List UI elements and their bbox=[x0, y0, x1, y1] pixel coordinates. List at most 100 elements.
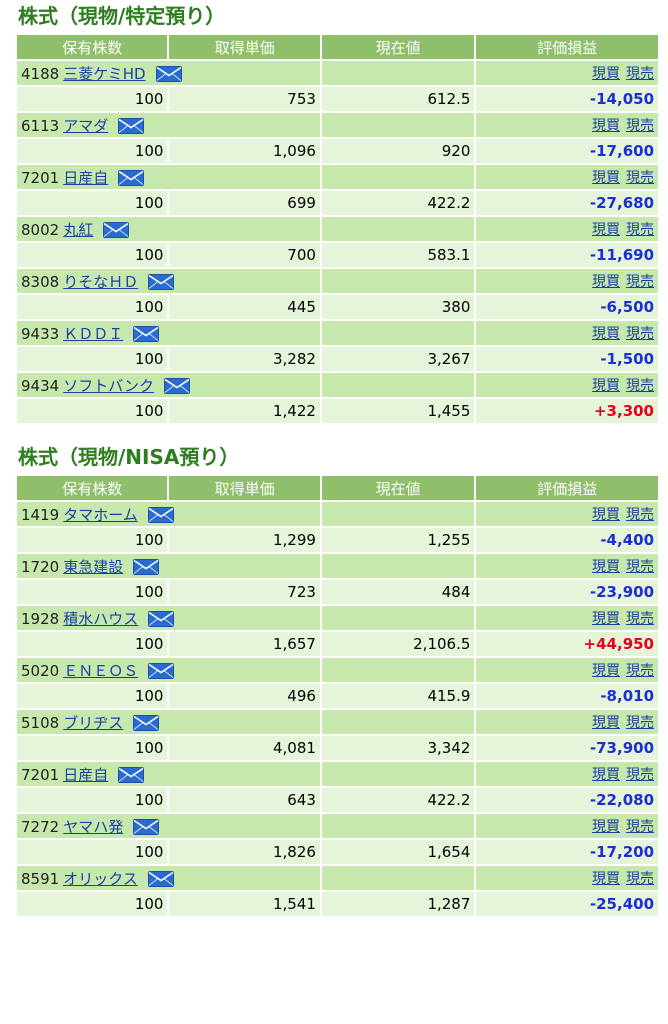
mail-icon[interactable] bbox=[148, 274, 175, 290]
mail-icon[interactable] bbox=[133, 559, 160, 575]
stock-name-link[interactable]: タマホーム bbox=[63, 506, 138, 524]
mail-icon[interactable] bbox=[118, 767, 145, 783]
cost-value: 445 bbox=[169, 295, 320, 319]
table-row: 100 700 583.1 -11,690 bbox=[17, 243, 658, 267]
buy-link[interactable]: 現買 bbox=[592, 559, 620, 575]
stock-name-link[interactable]: オリックス bbox=[63, 870, 138, 888]
buy-link[interactable]: 現買 bbox=[592, 378, 620, 394]
mail-icon[interactable] bbox=[133, 819, 160, 835]
mail-icon[interactable] bbox=[118, 118, 145, 134]
stock-code: 1720 bbox=[21, 557, 60, 576]
stock-cell: 5020 ＥＮＥＯＳ bbox=[17, 658, 320, 682]
buy-link[interactable]: 現買 bbox=[592, 715, 620, 731]
sell-link[interactable]: 現売 bbox=[626, 871, 654, 887]
sell-link[interactable]: 現売 bbox=[626, 559, 654, 575]
table-row: 100 723 484 -23,900 bbox=[17, 580, 658, 604]
mail-icon[interactable] bbox=[163, 378, 190, 394]
trade-links: 現買 現売 bbox=[476, 373, 658, 397]
sell-link[interactable]: 現売 bbox=[626, 819, 654, 835]
shares-value: 100 bbox=[17, 139, 168, 163]
stock-name-link[interactable]: アマダ bbox=[63, 117, 108, 135]
pl-value: +3,300 bbox=[476, 399, 658, 423]
buy-link[interactable]: 現買 bbox=[592, 170, 620, 186]
stock-name-link[interactable]: ＥＮＥＯＳ bbox=[63, 662, 138, 680]
pl-value: -17,600 bbox=[476, 139, 658, 163]
stock-name-link[interactable]: 日産自 bbox=[63, 169, 108, 187]
stock-name-link[interactable]: 東急建設 bbox=[63, 558, 123, 576]
mail-icon[interactable] bbox=[118, 170, 145, 186]
col-header-shares: 保有株数 bbox=[17, 476, 168, 500]
mail-icon[interactable] bbox=[148, 611, 175, 627]
sell-link[interactable]: 現売 bbox=[626, 663, 654, 679]
price-value: 415.9 bbox=[321, 684, 475, 708]
stock-code: 9433 bbox=[21, 324, 60, 343]
pl-value: -6,500 bbox=[476, 295, 658, 319]
buy-link[interactable]: 現買 bbox=[592, 222, 620, 238]
trade-links: 現買 現売 bbox=[476, 113, 658, 137]
price-value: 2,106.5 bbox=[321, 632, 475, 656]
table-row: 100 1,657 2,106.5 +44,950 bbox=[17, 632, 658, 656]
stock-name-link[interactable]: 積水ハウス bbox=[63, 610, 138, 628]
buy-link[interactable]: 現買 bbox=[592, 767, 620, 783]
price-value: 612.5 bbox=[321, 87, 475, 111]
price-value: 1,287 bbox=[321, 892, 475, 916]
mail-icon[interactable] bbox=[103, 222, 130, 238]
buy-link[interactable]: 現買 bbox=[592, 819, 620, 835]
col-header-pl: 評価損益 bbox=[476, 35, 658, 59]
stock-name-link[interactable]: ブリヂス bbox=[63, 714, 123, 732]
cost-value: 4,081 bbox=[169, 736, 320, 760]
stock-cell: 1928 積水ハウス bbox=[17, 606, 320, 630]
table-row: 100 753 612.5 -14,050 bbox=[17, 87, 658, 111]
stock-name-link[interactable]: ヤマハ発 bbox=[63, 818, 123, 836]
table-row: 7201 日産自 現買 現売 bbox=[17, 762, 658, 786]
sell-link[interactable]: 現売 bbox=[626, 170, 654, 186]
mail-icon[interactable] bbox=[147, 871, 174, 887]
sell-link[interactable]: 現売 bbox=[626, 66, 654, 82]
buy-link[interactable]: 現買 bbox=[592, 611, 620, 627]
sell-link[interactable]: 現売 bbox=[626, 118, 654, 134]
pl-value: -73,900 bbox=[476, 736, 658, 760]
empty-cell bbox=[321, 502, 475, 526]
price-value: 484 bbox=[321, 580, 475, 604]
empty-cell bbox=[321, 658, 475, 682]
cost-value: 700 bbox=[169, 243, 320, 267]
table-row: 7201 日産自 現買 現売 bbox=[17, 165, 658, 189]
buy-link[interactable]: 現買 bbox=[592, 326, 620, 342]
sell-link[interactable]: 現売 bbox=[626, 715, 654, 731]
table-row: 5108 ブリヂス 現買 現売 bbox=[17, 710, 658, 734]
mail-icon[interactable] bbox=[155, 66, 182, 82]
holdings-table: 保有株数 取得単価 現在値 評価損益 1419 タマホーム 現買 現売 100 1,… bbox=[15, 474, 660, 918]
sell-link[interactable]: 現売 bbox=[626, 611, 654, 627]
mail-icon[interactable] bbox=[148, 663, 175, 679]
table-row: 100 3,282 3,267 -1,500 bbox=[17, 347, 658, 371]
cost-value: 1,541 bbox=[169, 892, 320, 916]
buy-link[interactable]: 現買 bbox=[592, 118, 620, 134]
col-header-price: 現在値 bbox=[321, 476, 475, 500]
sell-link[interactable]: 現売 bbox=[626, 507, 654, 523]
stock-name-link[interactable]: 丸紅 bbox=[63, 221, 93, 239]
sell-link[interactable]: 現売 bbox=[626, 326, 654, 342]
mail-icon[interactable] bbox=[133, 326, 160, 342]
shares-value: 100 bbox=[17, 295, 168, 319]
stock-name-link[interactable]: 日産自 bbox=[63, 766, 108, 784]
stock-name-link[interactable]: りそなＨＤ bbox=[63, 273, 138, 291]
stock-name-link[interactable]: ＫＤＤＩ bbox=[63, 325, 123, 343]
mail-icon[interactable] bbox=[133, 715, 160, 731]
trade-links: 現買 現売 bbox=[476, 269, 658, 293]
mail-icon[interactable] bbox=[147, 507, 174, 523]
sell-link[interactable]: 現売 bbox=[626, 378, 654, 394]
table-header: 保有株数 取得単価 現在値 評価損益 bbox=[17, 476, 658, 500]
sell-link[interactable]: 現売 bbox=[626, 767, 654, 783]
sell-link[interactable]: 現売 bbox=[626, 274, 654, 290]
buy-link[interactable]: 現買 bbox=[592, 507, 620, 523]
stock-name-link[interactable]: ソフトバンク bbox=[63, 377, 154, 395]
buy-link[interactable]: 現買 bbox=[592, 663, 620, 679]
buy-link[interactable]: 現買 bbox=[592, 274, 620, 290]
buy-link[interactable]: 現買 bbox=[592, 66, 620, 82]
buy-link[interactable]: 現買 bbox=[592, 871, 620, 887]
sell-link[interactable]: 現売 bbox=[626, 222, 654, 238]
empty-cell bbox=[321, 373, 475, 397]
stock-code: 7201 bbox=[21, 168, 60, 187]
stock-name-link[interactable]: 三菱ケミHD bbox=[63, 65, 145, 83]
col-header-cost: 取得単価 bbox=[169, 476, 320, 500]
